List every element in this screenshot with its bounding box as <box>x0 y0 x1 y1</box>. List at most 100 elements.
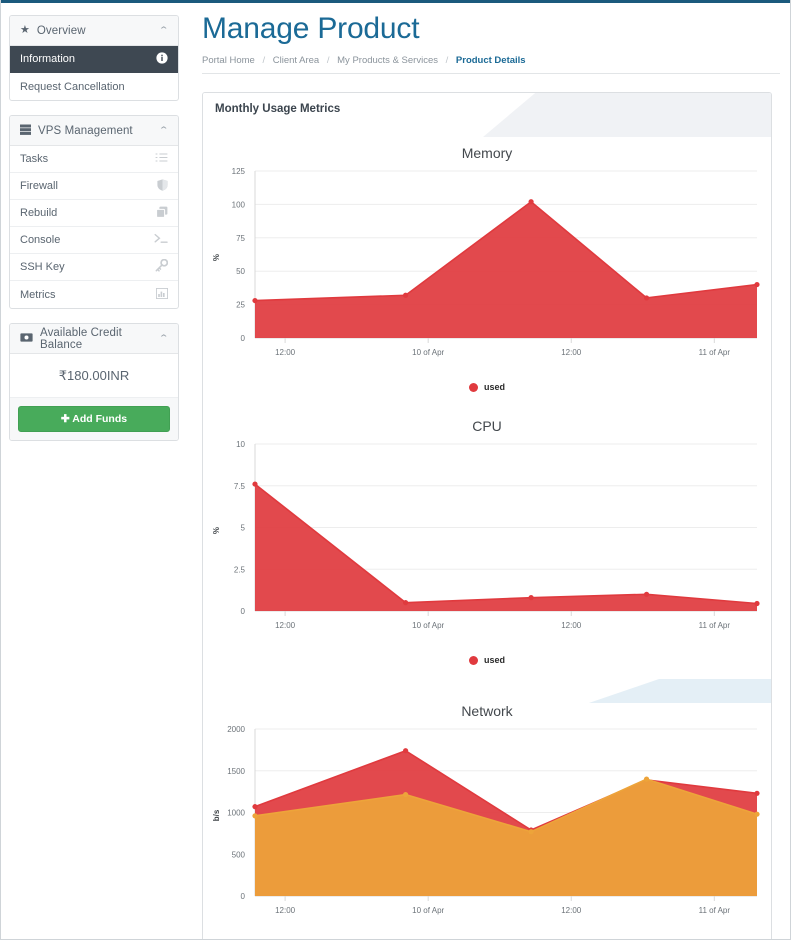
svg-text:125: 125 <box>232 167 246 176</box>
breadcrumb-item-client-area[interactable]: Client Area <box>273 55 319 66</box>
svg-text:11 of Apr: 11 of Apr <box>699 621 731 630</box>
sidebar-item-label: Metrics <box>20 288 56 301</box>
metrics-panel-header: Monthly Usage Metrics <box>203 93 771 137</box>
info-icon <box>156 51 168 67</box>
svg-text:0: 0 <box>241 334 246 343</box>
credit-panel-header[interactable]: Available Credit Balance ⌃ <box>10 324 178 354</box>
page-title: Manage Product <box>202 12 420 45</box>
sidebar-item-request-cancellation[interactable]: Request Cancellation <box>10 73 178 100</box>
svg-text:12:00: 12:00 <box>275 906 296 915</box>
svg-text:10 of Apr: 10 of Apr <box>412 906 444 915</box>
vps-panel-title: VPS Management <box>38 124 133 137</box>
sidebar-item-information[interactable]: Information <box>10 46 178 73</box>
breadcrumb-item-portal-home[interactable]: Portal Home <box>202 55 255 66</box>
sidebar-panel-credit-balance: Available Credit Balance ⌃ ₹180.00INR ✚ … <box>9 323 179 441</box>
svg-text:11 of Apr: 11 of Apr <box>699 348 731 357</box>
monthly-usage-metrics-panel: Monthly Usage Metrics Memory 0 25 50 75 100 1… <box>202 92 772 939</box>
network-decoration-band <box>203 677 771 703</box>
credit-panel-title: Available Credit Balance <box>40 326 122 351</box>
svg-text:500: 500 <box>232 850 246 859</box>
chart-title-memory: Memory <box>461 145 513 161</box>
legend-label: used <box>483 382 505 392</box>
breadcrumb-item-my-products-services[interactable]: My Products & Services <box>337 55 438 66</box>
chevron-up-icon[interactable]: ⌃ <box>159 333 170 344</box>
svg-text:7.5: 7.5 <box>234 482 246 491</box>
svg-text:12:00: 12:00 <box>275 348 296 357</box>
sidebar-item-tasks[interactable]: Tasks <box>10 146 178 173</box>
add-funds-wrapper: ✚ Add Funds <box>10 398 178 440</box>
sidebar-item-label: Console <box>20 234 61 246</box>
legend-item[interactable]: used <box>468 382 505 392</box>
chart-canvas-cpu[interactable]: 0 2.5 5 7.5 10% 12:00 10 of Apr 12:00 11 of Apr <box>203 434 771 649</box>
sidebar-panel-overview: ★ Overview ⌃ Information Request Cancell… <box>9 15 179 101</box>
add-funds-label: Add Funds <box>72 413 128 425</box>
overview-panel-title: Overview <box>36 24 86 37</box>
svg-text:100: 100 <box>232 200 246 209</box>
credit-balance-amount: ₹180.00INR <box>10 354 178 398</box>
chevron-up-icon[interactable]: ⌃ <box>159 125 170 136</box>
bar-chart-icon <box>155 287 169 302</box>
server-icon <box>20 124 31 138</box>
shield-icon <box>157 178 168 194</box>
svg-text:1500: 1500 <box>227 767 245 776</box>
chart-area-memory: 0 25 50 75 100 125% 12:00 10 of Apr 12:00 11 of A… <box>203 161 771 376</box>
sidebar-item-ssh-key[interactable]: SSH Key <box>10 254 178 281</box>
legend-item[interactable]: used <box>468 655 505 665</box>
chart-cpu: CPU 0 2.5 5 7.5 10% 12:00 10 of Apr 12:00 11 of … <box>203 410 771 665</box>
sidebar-panel-vps-management: VPS Management ⌃ Tasks Firewall Rebuild … <box>9 115 179 309</box>
chart-memory: Memory 0 25 50 75 100 125% 12:00 10 of Apr 12:00… <box>203 137 771 392</box>
svg-text:50: 50 <box>236 267 245 276</box>
chart-network: Network 0 500 1000 1500 2000 b/s 12:00 10 of Ap… <box>203 677 771 939</box>
sidebar-item-label: Firewall <box>20 180 58 192</box>
sidebar-item-firewall[interactable]: Firewall <box>10 173 178 200</box>
plus-icon: ✚ <box>60 413 70 425</box>
sidebar: ★ Overview ⌃ Information Request Cancell… <box>9 15 179 455</box>
key-icon <box>155 258 169 275</box>
chevron-up-icon[interactable]: ⌃ <box>159 25 170 36</box>
svg-text:25: 25 <box>236 301 245 310</box>
legend-label: used <box>483 655 505 665</box>
sidebar-item-label: Information <box>20 53 76 65</box>
money-icon <box>20 332 33 345</box>
tasks-list-icon <box>155 152 168 166</box>
svg-text:2000: 2000 <box>227 725 245 734</box>
legend-swatch <box>468 655 478 665</box>
network-decoration-shape <box>583 679 771 703</box>
breadcrumb-separator: / <box>445 55 449 66</box>
svg-text:0: 0 <box>241 607 246 616</box>
svg-text:75: 75 <box>236 234 245 243</box>
svg-text:11 of Apr: 11 of Apr <box>699 906 731 915</box>
svg-text:10 of Apr: 10 of Apr <box>412 621 444 630</box>
legend-swatch <box>468 382 478 392</box>
svg-text:2.5: 2.5 <box>234 565 246 574</box>
breadcrumb-separator: / <box>262 55 266 66</box>
sidebar-item-rebuild[interactable]: Rebuild <box>10 200 178 227</box>
chart-title-network: Network <box>461 703 513 719</box>
chart-canvas-network[interactable]: 0 500 1000 1500 2000 b/s 12:00 10 of Apr 12:00 11… <box>203 719 771 934</box>
sidebar-item-label: Request Cancellation <box>20 80 125 93</box>
breadcrumb-item-product-details: Product Details <box>455 55 526 66</box>
vps-panel-header[interactable]: VPS Management ⌃ <box>10 116 178 146</box>
chart-area-cpu: 0 2.5 5 7.5 10% 12:00 10 of Apr 12:00 11 of Apr <box>203 434 771 649</box>
svg-text:10 of Apr: 10 of Apr <box>412 348 444 357</box>
chart-title-cpu: CPU <box>472 418 502 434</box>
breadcrumb-separator: / <box>326 55 330 66</box>
svg-text:1000: 1000 <box>227 809 245 818</box>
svg-text:%: % <box>212 254 221 261</box>
breadcrumb: Portal Home / Client Area / My Products … <box>202 55 780 74</box>
chart-legend-memory: used <box>203 376 771 392</box>
svg-text:12:00: 12:00 <box>561 906 582 915</box>
svg-text:b/s: b/s <box>212 809 221 821</box>
sidebar-item-label: SSH Key <box>20 261 65 273</box>
chart-canvas-memory[interactable]: 0 25 50 75 100 125% 12:00 10 of Apr 12:00 11 of A… <box>203 161 771 376</box>
svg-text:10: 10 <box>236 440 245 449</box>
overview-panel-header[interactable]: ★ Overview ⌃ <box>10 16 178 46</box>
sidebar-item-label: Tasks <box>20 153 49 165</box>
terminal-icon <box>154 233 168 247</box>
add-funds-button[interactable]: ✚ Add Funds <box>18 406 170 432</box>
sidebar-item-console[interactable]: Console <box>10 227 178 254</box>
svg-text:12:00: 12:00 <box>275 621 296 630</box>
svg-text:0: 0 <box>241 892 246 901</box>
sidebar-item-metrics[interactable]: Metrics <box>10 281 178 308</box>
copy-icon <box>156 206 168 221</box>
